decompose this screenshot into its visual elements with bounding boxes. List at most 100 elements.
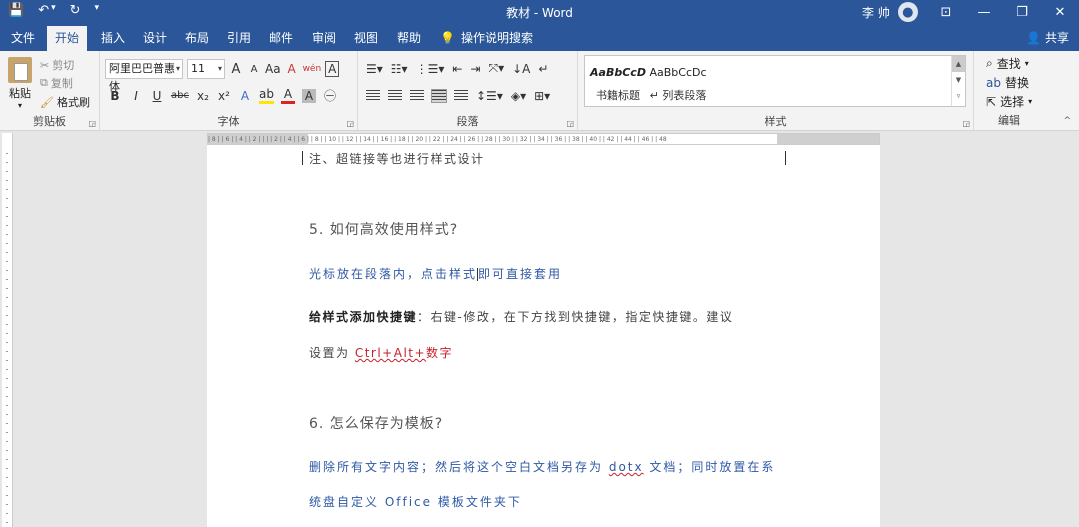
share-button[interactable]: 👤 共享 (1026, 25, 1069, 51)
blue-text: 删除所有文字内容；然后将这个空白文档另存为 (309, 460, 609, 474)
save-icon[interactable]: 💾 (8, 3, 24, 18)
line-spacing-icon[interactable]: ↕☰▾ (476, 89, 503, 103)
select-button[interactable]: ⇱ 选择 ▾ (986, 93, 1032, 110)
close-button[interactable]: ✕ (1041, 0, 1079, 25)
character-shading-button[interactable]: A (301, 88, 316, 103)
tab-help[interactable]: 帮助 (389, 25, 429, 51)
paintbrush-icon: 🖌 (40, 95, 54, 109)
grow-font-button[interactable]: A (229, 62, 243, 77)
subscript-button[interactable]: x₂ (196, 89, 210, 103)
margin-marker-left (302, 151, 303, 165)
styles-group-label: 样式 (764, 115, 787, 128)
tab-mailings[interactable]: 邮件 (261, 25, 301, 51)
style-name: ↵ 列表段落 (649, 89, 707, 102)
replace-label: 替换 (1004, 76, 1029, 90)
horizontal-ruler[interactable]: | 8 | | 6 | | 4 | | 2 | | | | 2 | | 4 | … (207, 133, 880, 145)
copy-button[interactable]: ⧉ 复制 (40, 75, 73, 91)
more-styles-icon[interactable]: ▿ (952, 88, 965, 104)
decrease-indent-icon[interactable]: ⇤ (452, 62, 462, 76)
change-case-button[interactable]: Aa (265, 62, 281, 76)
tab-view[interactable]: 视图 (346, 25, 386, 51)
style-sample: AaBbCcD (590, 66, 646, 79)
bold-button[interactable]: B (108, 89, 122, 103)
tell-me-label: 操作说明搜索 (460, 31, 533, 45)
font-color-button[interactable]: A (280, 87, 295, 104)
styles-scroll[interactable]: ▲ ▼ ▿ (951, 56, 965, 106)
tab-home[interactable]: 开始 (47, 26, 88, 51)
copy-icon: ⧉ (40, 76, 48, 89)
restore-button[interactable]: ❐ (1003, 0, 1041, 25)
sort-icon[interactable]: ↓A (512, 62, 530, 76)
scissors-icon: ✂ (40, 58, 50, 72)
minimize-button[interactable]: — (965, 0, 1003, 25)
body-paragraph-2: 设置为 Ctrl+Alt+数字 (309, 344, 453, 361)
cut-button[interactable]: ✂ 剪切 (40, 57, 74, 73)
tab-references[interactable]: 引用 (219, 25, 259, 51)
copy-label: 复制 (50, 77, 73, 90)
cursor-icon: ⇱ (986, 94, 997, 109)
underline-button[interactable]: U (150, 89, 164, 103)
shading-icon[interactable]: ◈▾ (511, 89, 526, 103)
tab-insert[interactable]: 插入 (93, 25, 133, 51)
undo-icon[interactable]: ↶ (38, 3, 49, 18)
cut-label: 剪切 (52, 59, 75, 72)
editing-group-label: 编辑 (998, 114, 1020, 127)
align-center-icon[interactable] (388, 90, 402, 102)
align-right-icon[interactable] (410, 90, 424, 102)
customize-qat-icon[interactable]: ▾ (95, 3, 100, 18)
redo-icon[interactable]: ↻ (70, 3, 81, 18)
style-list-paragraph[interactable]: AaBbCcDc ↵ 列表段落 (647, 56, 709, 106)
scroll-up-icon[interactable]: ▲ (952, 56, 965, 72)
show-marks-icon[interactable]: ↵ (538, 62, 548, 76)
superscript-button[interactable]: x² (217, 89, 231, 103)
styles-dialog-launcher-icon[interactable]: ◲ (962, 119, 970, 128)
numbering-icon[interactable]: ☷▾ (391, 62, 408, 76)
font-size-combo[interactable]: 11 ▾ (187, 59, 225, 79)
tab-layout[interactable]: 布局 (177, 25, 217, 51)
strikethrough-button[interactable]: abc (171, 90, 189, 101)
borders-icon[interactable]: ⊞▾ (534, 89, 550, 103)
chinese-layout-icon[interactable]: ⤧▾ (488, 61, 504, 76)
vertical-ruler[interactable] (2, 133, 13, 527)
document-page[interactable]: 注、超链接等也进行样式设计 5. 如何高效使用样式? 光标放在段落内，点击样式即… (207, 145, 880, 527)
highlight-color-button[interactable]: ab (258, 87, 274, 104)
scroll-down-icon[interactable]: ▼ (952, 72, 965, 88)
clipboard-group-label: 剪贴板 (33, 115, 66, 128)
text-effects-button[interactable]: A (238, 89, 252, 103)
shortcut-tail: 数字 (426, 346, 454, 360)
shrink-font-button[interactable]: A (247, 64, 261, 75)
tab-review[interactable]: 审阅 (304, 25, 344, 51)
paragraph-group: ☰▾ ☷▾ ⋮☰▾ ⇤ ⇥ ⤧▾ ↓A ↵ ↕☰▾ ◈▾ ⊞▾ 段落 ◲ (358, 51, 578, 131)
tab-file[interactable]: 文件 (3, 25, 43, 51)
find-button[interactable]: ⌕ 查找 ▾ (986, 55, 1029, 72)
collapse-ribbon-icon[interactable]: ^ (1063, 116, 1071, 126)
phonetic-guide-button[interactable]: wén (303, 64, 322, 74)
format-painter-button[interactable]: 🖌 格式刷 (40, 94, 90, 110)
ribbon-display-options-icon[interactable]: ⊡ (927, 0, 965, 25)
blue-text: 即可直接套用 (478, 267, 563, 281)
paragraph-dialog-launcher-icon[interactable]: ◲ (566, 119, 574, 128)
align-left-icon[interactable] (366, 90, 380, 102)
justify-icon[interactable] (431, 89, 447, 103)
distributed-icon[interactable] (454, 90, 468, 102)
clipboard-dialog-launcher-icon[interactable]: ◲ (88, 119, 96, 128)
clear-formatting-button[interactable]: A (285, 62, 299, 76)
account-area[interactable]: 李 帅 ● (862, 2, 918, 22)
enclose-characters-button[interactable]: ㊀ (323, 87, 337, 104)
font-dialog-launcher-icon[interactable]: ◲ (346, 119, 354, 128)
bullets-icon[interactable]: ☰▾ (366, 62, 383, 76)
paste-button[interactable]: 粘贴 ▾ (6, 57, 34, 110)
character-border-button[interactable]: A (325, 61, 340, 77)
tell-me-search[interactable]: 💡 操作说明搜索 (440, 25, 533, 51)
font-name-combo[interactable]: 阿里巴巴普惠体 ▾ (105, 59, 183, 93)
italic-button[interactable]: I (129, 89, 143, 103)
avatar[interactable]: ● (897, 2, 918, 22)
style-book-title[interactable]: AaBbCcD 书籍标题 (587, 56, 649, 106)
increase-indent-icon[interactable]: ⇥ (470, 62, 480, 76)
replace-button[interactable]: ab 替换 (986, 74, 1029, 91)
chevron-down-icon: ▾ (1024, 59, 1029, 68)
multilevel-list-icon[interactable]: ⋮☰▾ (416, 62, 445, 76)
body-paragraph-1: 给样式添加快捷键：右键-修改，在下方找到快捷键，指定快捷键。建议 (309, 308, 733, 325)
tab-design[interactable]: 设计 (135, 25, 175, 51)
undo-dropdown-icon[interactable]: ▾ (51, 3, 56, 18)
